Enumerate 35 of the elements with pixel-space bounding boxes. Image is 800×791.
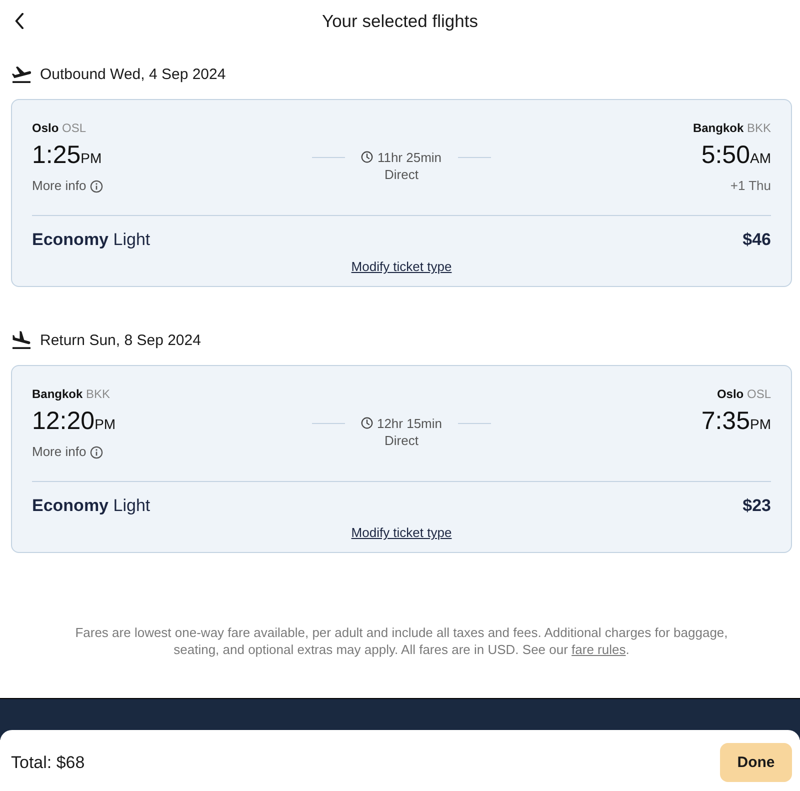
flight-duration: 12hr 15min <box>376 416 442 430</box>
total-price: Total: $68 <box>11 752 85 772</box>
fare-type: Economy Light <box>32 496 150 516</box>
stops-label: Direct <box>384 166 418 184</box>
flight-duration: 11hr 25min <box>377 150 442 164</box>
plane-takeoff-icon <box>12 65 31 83</box>
clock-icon <box>360 417 373 429</box>
page-title: Your selected flights <box>321 10 479 32</box>
departure-time: 12:20PM <box>32 406 116 437</box>
done-button[interactable]: Done <box>720 743 792 782</box>
arrival-airport: Oslo OSL <box>716 386 771 402</box>
fare-price: $46 <box>742 230 771 250</box>
arrival-time: 7:35PM <box>701 406 771 437</box>
more-info-link[interactable]: More info <box>32 177 104 195</box>
arrival-airport: Bangkok BKK <box>692 120 771 136</box>
plane-landing-icon <box>12 331 31 349</box>
info-icon <box>90 446 104 458</box>
departure-time: 1:25PM <box>32 140 102 171</box>
departure-airport: Oslo OSL <box>32 120 86 136</box>
more-info-link[interactable]: More info <box>32 443 104 461</box>
fare-type: Economy Light <box>32 230 150 250</box>
arrival-time: 5:50AM <box>701 140 771 171</box>
back-icon <box>14 13 24 29</box>
segment-heading: Outbound Wed, 4 Sep 2024 <box>40 66 226 82</box>
stops-label: Direct <box>384 432 418 450</box>
modify-ticket-link[interactable]: Modify ticket type <box>351 524 452 542</box>
fare-rules-link[interactable]: fare rules <box>572 642 626 657</box>
modify-ticket-link[interactable]: Modify ticket type <box>351 258 452 276</box>
clock-icon <box>361 151 374 163</box>
fare-disclaimer: Fares are lowest one-way fare available, per adult and include all taxes and fees. Additional charges for baggage, seating, and optional extras may apply. All fares are in USD. See our fare rules. <box>74 624 729 658</box>
fare-price: $23 <box>742 496 771 516</box>
segment-heading: Return Sun, 8 Sep 2024 <box>40 332 201 348</box>
info-icon <box>90 180 104 192</box>
departure-airport: Bangkok BKK <box>32 386 110 402</box>
day-offset: +1 Thu <box>730 177 771 195</box>
